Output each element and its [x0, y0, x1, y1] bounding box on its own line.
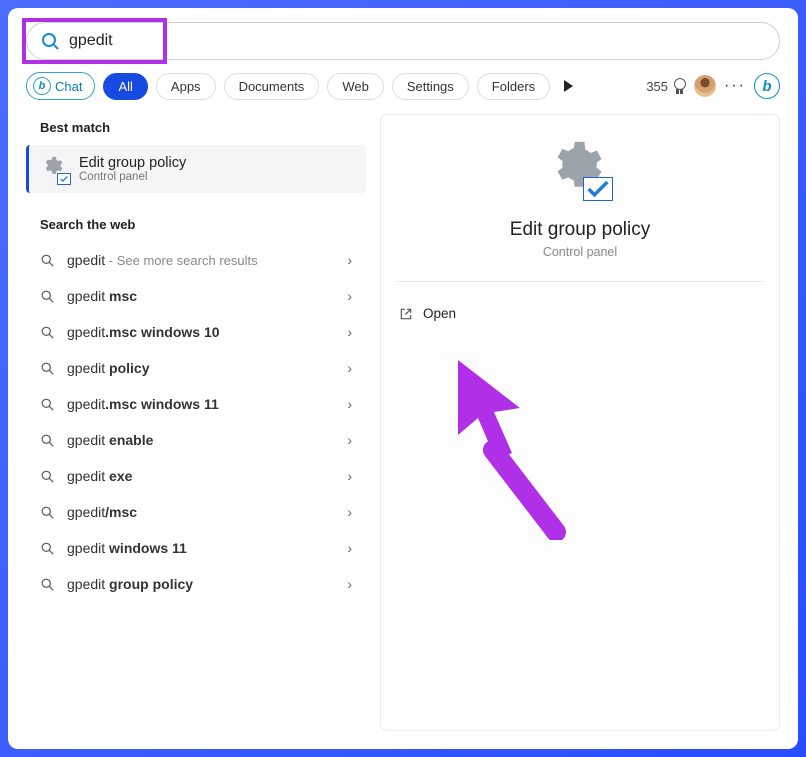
chevron-right-icon: ›: [347, 540, 352, 556]
chevron-right-icon: ›: [347, 252, 352, 268]
tab-label: Folders: [492, 79, 535, 94]
open-action[interactable]: Open: [397, 302, 763, 325]
bing-icon[interactable]: b: [754, 73, 780, 99]
chevron-right-icon: ›: [347, 324, 352, 340]
web-result-item[interactable]: gpedit exe ›: [26, 458, 366, 494]
chevron-right-icon: ›: [347, 432, 352, 448]
search-icon: [40, 289, 55, 304]
search-bar[interactable]: [26, 22, 780, 60]
chevron-right-icon: ›: [347, 396, 352, 412]
open-label: Open: [423, 306, 456, 321]
best-match-header: Best match: [26, 114, 366, 145]
web-result-text: gpedit/msc: [67, 504, 335, 520]
search-icon: [40, 469, 55, 484]
web-result-text: gpedit policy: [67, 360, 335, 376]
web-result-item[interactable]: gpedit msc ›: [26, 278, 366, 314]
web-result-item[interactable]: gpedit group policy ›: [26, 566, 366, 602]
chevron-right-icon: ›: [347, 288, 352, 304]
web-result-item[interactable]: gpedit - See more search results ›: [26, 242, 366, 278]
search-icon: [40, 325, 55, 340]
web-result-item[interactable]: gpedit.msc windows 10 ›: [26, 314, 366, 350]
chevron-right-icon: ›: [347, 468, 352, 484]
tab-documents[interactable]: Documents: [224, 73, 320, 100]
tab-label: All: [118, 79, 132, 94]
search-icon: [40, 541, 55, 556]
web-result-text: gpedit exe: [67, 468, 335, 484]
search-icon: [40, 397, 55, 412]
chevron-right-icon: ›: [347, 360, 352, 376]
web-result-item[interactable]: gpedit/msc ›: [26, 494, 366, 530]
chevron-right-icon: ›: [347, 576, 352, 592]
user-avatar[interactable]: [694, 75, 716, 97]
web-result-text: gpedit group policy: [67, 576, 335, 592]
bing-chat-icon: b: [33, 77, 51, 95]
search-icon: [40, 577, 55, 592]
search-bar-container: [26, 22, 780, 60]
tab-web[interactable]: Web: [327, 73, 384, 100]
content-columns: Best match Edit group policy Control pan…: [26, 114, 780, 731]
results-column: Best match Edit group policy Control pan…: [26, 114, 366, 731]
search-icon: [40, 361, 55, 376]
search-icon: [41, 32, 59, 50]
search-input[interactable]: [69, 32, 765, 50]
web-result-item[interactable]: gpedit windows 11 ›: [26, 530, 366, 566]
web-result-item[interactable]: gpedit policy ›: [26, 350, 366, 386]
best-match-title: Edit group policy: [79, 155, 186, 171]
filter-row: b Chat All Apps Documents Web Settings F…: [26, 72, 780, 100]
search-icon: [40, 253, 55, 268]
tab-label: Apps: [171, 79, 201, 94]
chevron-right-icon: ›: [347, 504, 352, 520]
web-result-item[interactable]: gpedit enable ›: [26, 422, 366, 458]
tab-folders[interactable]: Folders: [477, 73, 550, 100]
preview-icon: [545, 137, 615, 207]
search-window: b Chat All Apps Documents Web Settings F…: [8, 8, 798, 749]
divider: [397, 281, 763, 282]
web-result-text: gpedit - See more search results: [67, 252, 335, 268]
best-match-subtitle: Control panel: [79, 171, 186, 183]
tab-apps[interactable]: Apps: [156, 73, 216, 100]
tab-settings[interactable]: Settings: [392, 73, 469, 100]
points-value: 355: [646, 79, 668, 94]
open-external-icon: [399, 307, 413, 321]
web-result-text: gpedit.msc windows 10: [67, 324, 335, 340]
rewards-points[interactable]: 355: [646, 78, 686, 94]
search-icon: [40, 433, 55, 448]
tab-label: Web: [342, 79, 369, 94]
web-result-text: gpedit enable: [67, 432, 335, 448]
tab-all[interactable]: All: [103, 73, 147, 100]
medal-icon: [672, 78, 686, 94]
web-result-text: gpedit.msc windows 11: [67, 396, 335, 412]
search-icon: [40, 505, 55, 520]
preview-title: Edit group policy: [397, 219, 763, 241]
preview-subtitle: Control panel: [397, 245, 763, 259]
web-result-text: gpedit windows 11: [67, 540, 335, 556]
more-options-icon[interactable]: ···: [724, 77, 746, 95]
control-panel-icon: [41, 155, 69, 183]
preview-panel: Edit group policy Control panel Open: [380, 114, 780, 731]
tab-label: Documents: [239, 79, 305, 94]
web-result-item[interactable]: gpedit.msc windows 11 ›: [26, 386, 366, 422]
web-result-text: gpedit msc: [67, 288, 335, 304]
web-results-list: gpedit - See more search results›gpedit …: [26, 242, 366, 602]
tab-label: Chat: [55, 79, 82, 94]
best-match-item[interactable]: Edit group policy Control panel: [26, 145, 366, 193]
search-web-header: Search the web: [26, 211, 366, 242]
more-filters-icon[interactable]: [564, 80, 573, 92]
tab-chat[interactable]: b Chat: [26, 72, 95, 100]
tab-label: Settings: [407, 79, 454, 94]
